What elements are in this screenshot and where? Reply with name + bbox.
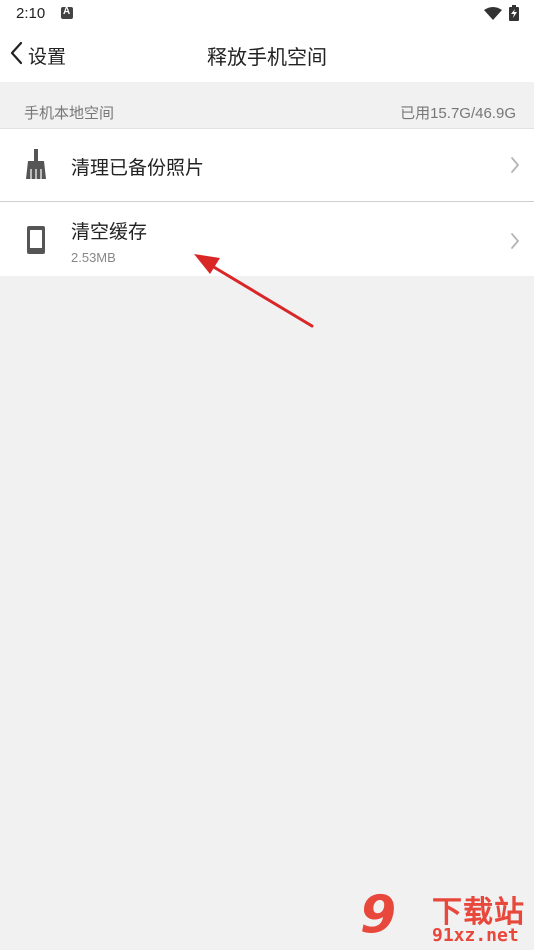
storage-usage: 已用15.7G/46.9G — [400, 105, 516, 122]
wifi-icon — [484, 6, 502, 25]
watermark-url: 91xz.net — [432, 925, 519, 946]
site-watermark: 9 下载站 91xz.net — [360, 885, 534, 950]
cache-size: 2.53MB — [71, 250, 116, 265]
status-time: 2:10 — [16, 5, 46, 22]
phone-icon — [22, 224, 50, 260]
section-header: 手机本地空间 已用15.7G/46.9G — [0, 82, 534, 128]
item-title: 清理已备份照片 — [71, 157, 205, 179]
battery-charging-icon — [509, 5, 519, 25]
text-a-notification-icon — [61, 6, 73, 19]
watermark-logo: 9 — [360, 885, 397, 945]
section-title: 手机本地空间 — [24, 104, 115, 122]
list-item-clean-backed-up-photos[interactable]: 清理已备份照片 — [0, 129, 534, 202]
chevron-right-icon — [510, 156, 520, 178]
page-title: 释放手机空间 — [207, 45, 327, 69]
item-title: 清空缓存 — [71, 221, 148, 243]
chevron-right-icon — [510, 232, 520, 254]
annotation-arrow — [180, 240, 320, 339]
nav-bar: 设置 释放手机空间 — [0, 28, 534, 82]
broom-icon — [22, 149, 50, 185]
status-bar: 2:10 — [0, 0, 534, 28]
